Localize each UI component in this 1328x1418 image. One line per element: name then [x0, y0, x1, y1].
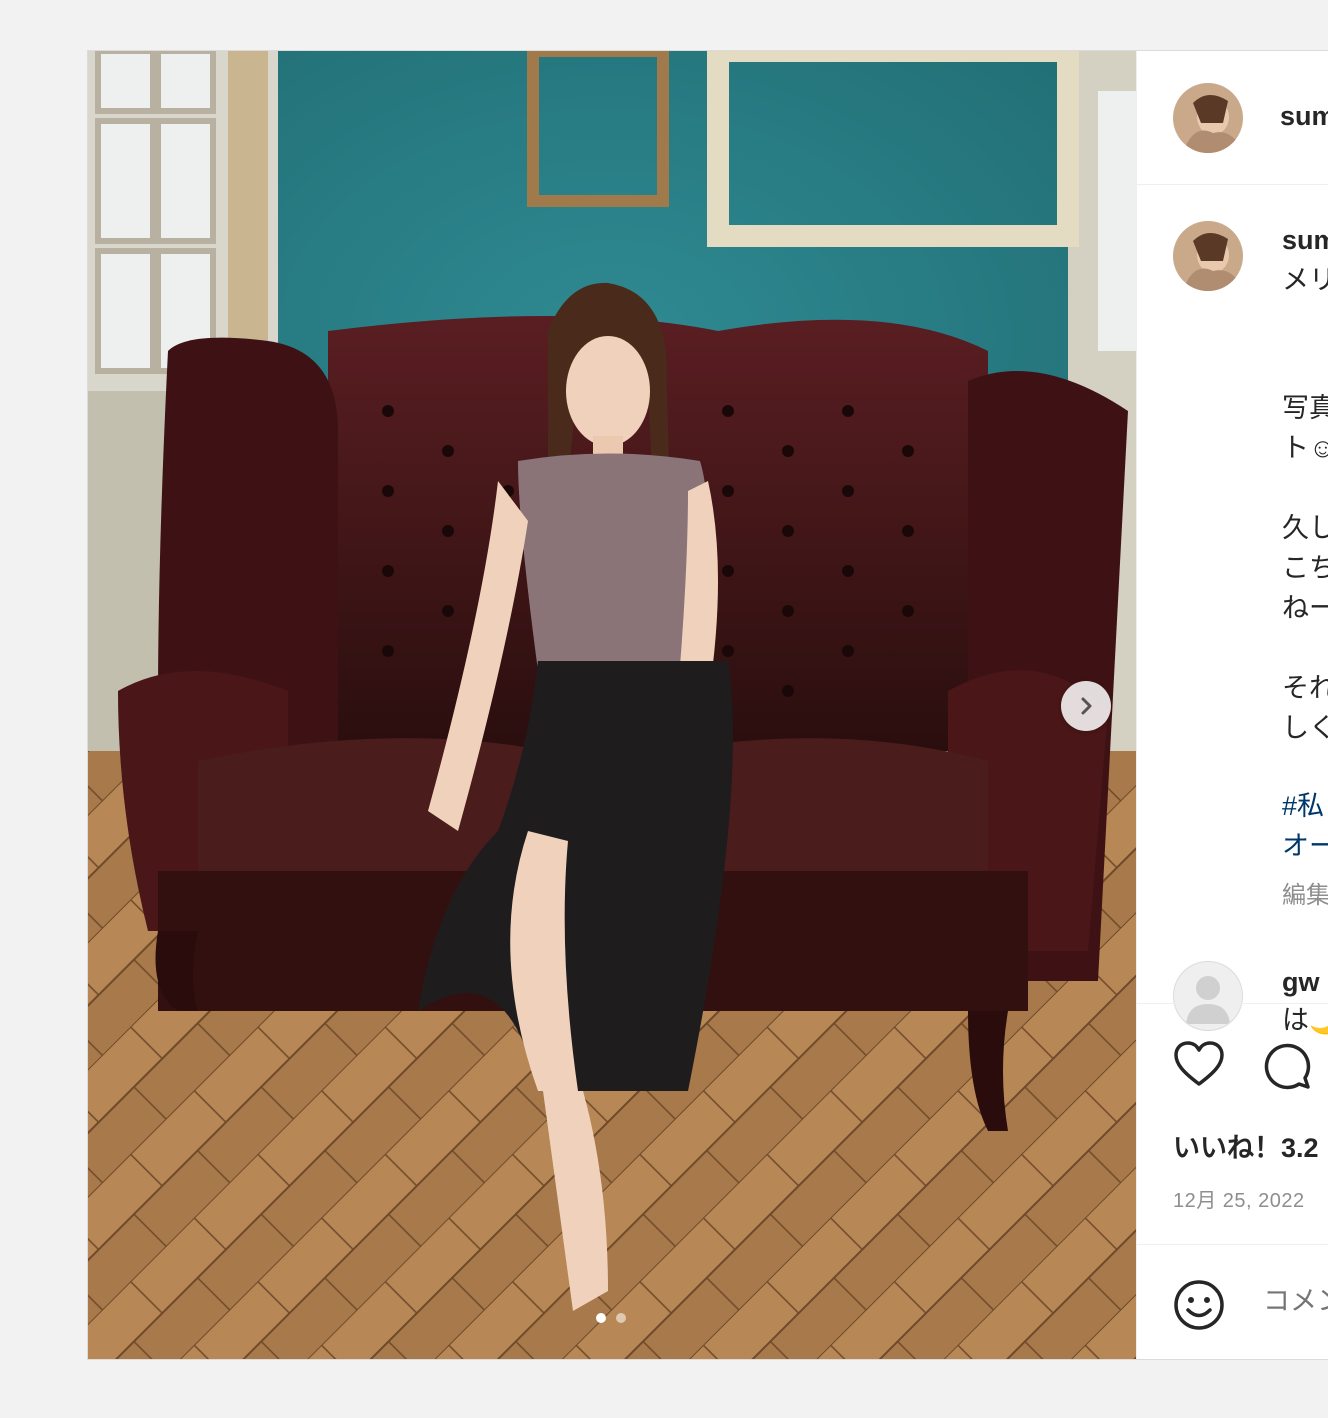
comment-icon	[1264, 1043, 1311, 1090]
add-comment-bar	[1137, 1244, 1328, 1359]
hashtag-link[interactable]: オー	[1282, 829, 1328, 863]
photo-illustration	[88, 51, 1136, 1359]
chevron-right-icon	[1081, 697, 1092, 715]
caption-line: こち	[1282, 553, 1328, 583]
avatar[interactable]	[1173, 83, 1243, 153]
caption-line: ト☺	[1282, 433, 1328, 463]
edited-label: 編集	[1282, 882, 1328, 909]
smiley-icon	[1174, 1280, 1224, 1330]
caption-line: メリ	[1282, 265, 1328, 295]
post-sidebar: sum sum メリ 写真 ト☺ 久し こち ねー それ しく #私 オー 編集	[1136, 51, 1328, 1359]
caption-line: しく	[1282, 713, 1328, 743]
post-actions: いいね！3.2 12月 25, 2022	[1137, 1003, 1328, 1244]
caption-username[interactable]: sum	[1282, 225, 1328, 256]
commenter-username[interactable]: gw	[1282, 967, 1320, 998]
post-header: sum	[1137, 51, 1328, 185]
carousel-next-button[interactable]	[1061, 681, 1111, 731]
caption-line: 久し	[1282, 513, 1328, 543]
instagram-post: sum sum メリ 写真 ト☺ 久し こち ねー それ しく #私 オー 編集	[87, 50, 1328, 1360]
header-username[interactable]: sum	[1280, 101, 1328, 132]
heart-icon	[1174, 1041, 1224, 1086]
carousel-dot-2	[616, 1313, 626, 1323]
caption-avatar[interactable]	[1173, 221, 1243, 291]
avatar-image	[1173, 83, 1243, 153]
emoji-button[interactable]	[1173, 1279, 1225, 1336]
avatar-image	[1173, 221, 1243, 291]
caption-line: ねー	[1282, 593, 1328, 623]
comments-list: sum メリ 写真 ト☺ 久し こち ねー それ しく #私 オー 編集 gw …	[1137, 185, 1328, 1035]
caption-line: 写真	[1282, 393, 1328, 423]
post-date[interactable]: 12月 25, 2022	[1173, 1184, 1305, 1213]
carousel-indicator	[596, 1313, 626, 1323]
caption-line: それ	[1282, 673, 1328, 703]
hashtag-link[interactable]: #私	[1282, 789, 1324, 823]
likes-count[interactable]: いいね！3.2	[1173, 1126, 1319, 1165]
carousel-dot-1	[596, 1313, 606, 1323]
post-photo[interactable]	[88, 51, 1136, 1359]
comment-input[interactable]	[1261, 1285, 1328, 1318]
comment-button[interactable]	[1261, 1040, 1311, 1095]
like-button[interactable]	[1173, 1040, 1225, 1093]
